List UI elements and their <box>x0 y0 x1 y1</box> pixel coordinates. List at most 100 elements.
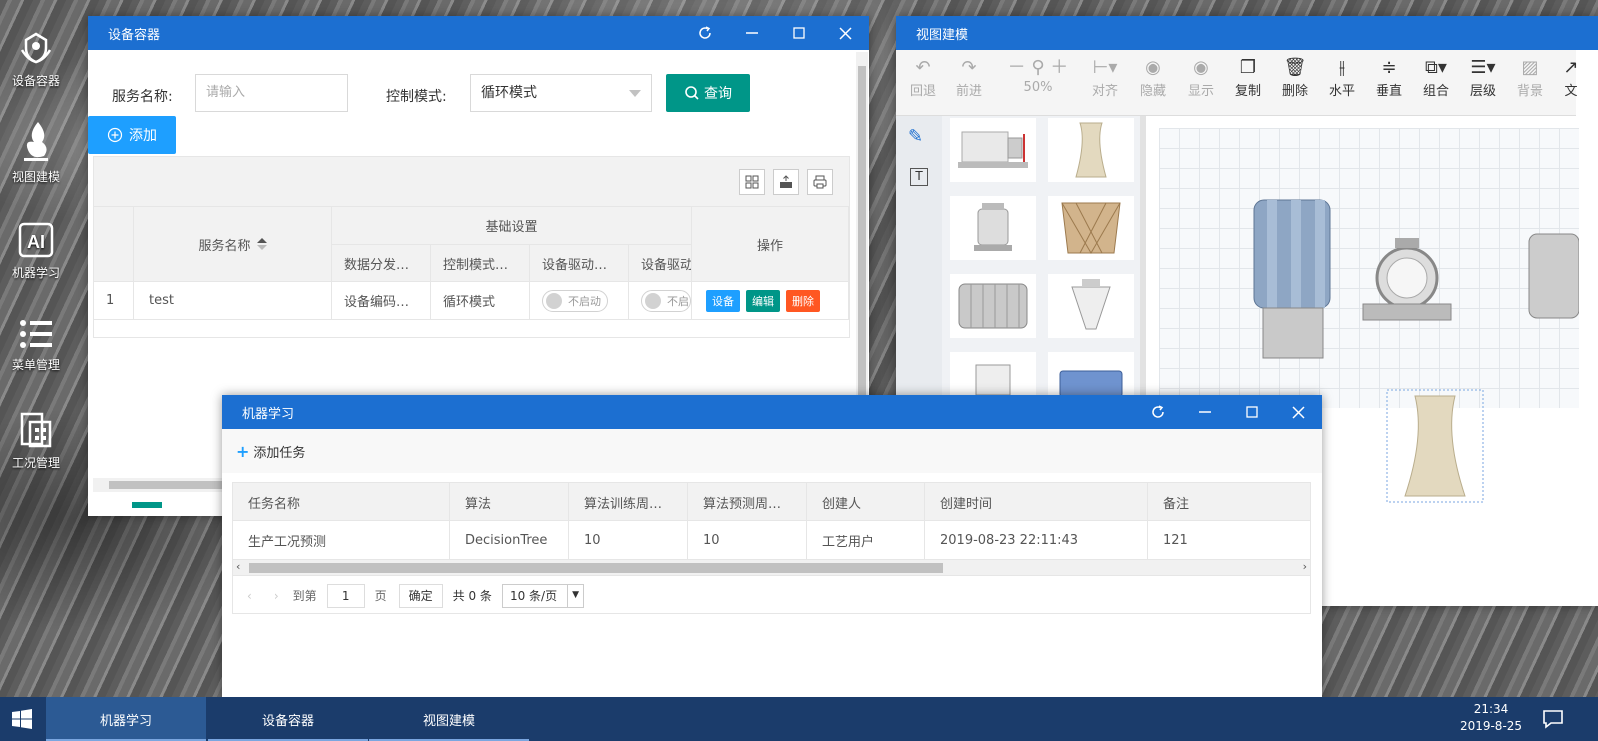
drive-toggle[interactable]: 不启动 <box>542 289 608 312</box>
zoom-control[interactable]: － ⚲ ＋ 50% <box>1000 56 1076 95</box>
taskbar-label: 视图建模 <box>422 713 475 729</box>
library-item-cylinder[interactable] <box>950 274 1036 338</box>
header-task-name[interactable]: 任务名称 <box>233 483 450 521</box>
notification-icon[interactable] <box>1542 709 1564 733</box>
background-button[interactable]: ▨ 背景 <box>1507 56 1553 99</box>
refresh-icon[interactable] <box>1134 395 1181 429</box>
minimize-icon[interactable] <box>728 16 775 50</box>
selected-cooling-tower[interactable] <box>1375 366 1535 536</box>
model-toolbar: ↶ 回退 ↷ 前进 － ⚲ ＋ 50% ⊢▾ 对齐 ◉ 隐藏 ◉ 显示 ❐ 复制 🗑 删除 ⫲ 水… <box>896 50 1579 116</box>
columns-icon[interactable] <box>739 169 765 195</box>
taskbar-item-view-model[interactable]: 视图建模 <box>369 697 529 741</box>
desktop-icon-condition-management[interactable]: 工况管理 <box>8 410 64 471</box>
header-data-dist[interactable]: 数据分发… <box>332 245 431 282</box>
desktop-icon-view-model[interactable]: 视图建模 <box>8 120 64 185</box>
delete-tool-button[interactable]: 🗑 删除 <box>1272 56 1318 99</box>
goto-label: 到第 <box>292 589 317 603</box>
page-input[interactable]: 1 <box>326 583 365 608</box>
print-icon[interactable] <box>807 169 833 195</box>
library-item-wooden-tower[interactable] <box>1048 196 1134 260</box>
header-creator[interactable]: 创建人 <box>807 483 925 521</box>
close-icon[interactable] <box>822 16 869 50</box>
windows-start-icon[interactable] <box>12 709 32 733</box>
tool-label: 垂直 <box>1375 84 1402 99</box>
delete-button[interactable]: 删除 <box>786 289 820 312</box>
row-control-mode: 循环模式 <box>431 282 530 320</box>
magic-wand-icon[interactable]: ✎ <box>908 126 923 147</box>
text-button[interactable]: ↗ 文 <box>1556 56 1586 99</box>
export-icon[interactable] <box>773 169 799 195</box>
per-page-select[interactable]: 10 条/页 ▼ <box>501 583 585 608</box>
header-algorithm[interactable]: 算法 <box>450 483 569 521</box>
zoom-icon: － ⚲ ＋ <box>1007 57 1069 78</box>
library-item-hopper[interactable] <box>1048 274 1134 338</box>
horizontal-button[interactable]: ⫲ 水平 <box>1319 56 1365 99</box>
machine-learning-icon: AI <box>18 222 54 258</box>
query-button[interactable]: 查询 <box>666 74 750 112</box>
maximize-icon[interactable] <box>1228 395 1275 429</box>
add-button[interactable]: 添加 <box>88 116 176 154</box>
header-remark[interactable]: 备注 <box>1148 483 1310 521</box>
show-icon: ◉ <box>1193 57 1209 78</box>
tool-label: 显示 <box>1187 84 1214 99</box>
show-button[interactable]: ◉ 显示 <box>1178 56 1224 99</box>
scrollbar-thumb[interactable] <box>249 563 943 573</box>
model-canvas[interactable] <box>1159 128 1579 503</box>
group-button[interactable]: ⧉▾ 组合 <box>1413 56 1459 99</box>
hide-button[interactable]: ◉ 隐藏 <box>1130 56 1176 99</box>
taskbar-item-device-container[interactable]: 设备容器 <box>208 697 368 741</box>
header-service-name[interactable]: 服务名称 <box>134 207 332 282</box>
cell-remark: 121 <box>1163 532 1188 548</box>
prev-page-icon[interactable]: ‹ <box>247 589 252 603</box>
desktop-icon-menu-management[interactable]: 菜单管理 <box>8 316 64 373</box>
desktop-icon-device-container[interactable]: 设备容器 <box>8 28 64 89</box>
sort-icon[interactable] <box>256 238 267 250</box>
library-item-cooling-tower[interactable] <box>1048 118 1134 182</box>
next-page-icon[interactable]: › <box>274 589 279 603</box>
library-item-tank[interactable] <box>950 196 1036 260</box>
align-button[interactable]: ⊢▾ 对齐 <box>1082 56 1128 99</box>
text-tool-icon[interactable]: T <box>910 168 928 186</box>
control-mode-select[interactable]: 循环模式 <box>470 74 652 112</box>
maximize-icon[interactable] <box>775 16 822 50</box>
edit-button[interactable]: 编辑 <box>746 289 780 312</box>
drive-toggle-2[interactable]: 不启 <box>641 289 691 312</box>
layer-button[interactable]: ☰▾ 层级 <box>1460 56 1506 99</box>
header-device-drive[interactable]: 设备驱动… <box>530 245 629 282</box>
copy-button[interactable]: ❐ 复制 <box>1225 56 1271 99</box>
vertical-button[interactable]: ≑ 垂直 <box>1366 56 1412 99</box>
device-button[interactable]: 设备 <box>706 289 740 312</box>
component-library: ✎ T <box>896 116 1146 416</box>
add-label: 添加 <box>129 128 157 144</box>
confirm-button[interactable]: 确定 <box>398 583 443 608</box>
tool-label: 对齐 <box>1091 84 1118 99</box>
table-horizontal-scrollbar[interactable]: ‹ › <box>233 559 1310 575</box>
chiller-icon <box>958 131 1028 168</box>
tank-icon <box>974 203 1012 251</box>
refresh-icon[interactable] <box>681 16 728 50</box>
undo-button[interactable]: ↶ 回退 <box>900 56 946 99</box>
scroll-right-icon[interactable]: › <box>1303 560 1307 573</box>
add-task-button[interactable]: + 添加任务 <box>236 442 305 461</box>
header-train-period[interactable]: 算法训练周… <box>569 483 688 521</box>
header-control-mode[interactable]: 控制模式… <box>431 245 530 282</box>
desktop-icon-machine-learning[interactable]: AI 机器学习 <box>8 220 64 281</box>
tool-label: 水平 <box>1328 84 1355 99</box>
header-label: 服务名称 <box>198 238 251 254</box>
header-created-time[interactable]: 创建时间 <box>925 483 1148 521</box>
redo-button[interactable]: ↷ 前进 <box>946 56 992 99</box>
library-scrollbar[interactable] <box>1140 116 1146 406</box>
title-bar: 机器学习 <box>222 395 1322 429</box>
library-item-chiller[interactable] <box>950 118 1036 182</box>
cell-task-name: 生产工况预测 <box>233 521 450 559</box>
close-icon[interactable] <box>1275 395 1322 429</box>
clock[interactable]: 21:34 2019-8-25 <box>1456 701 1526 735</box>
taskbar-item-machine-learning[interactable]: 机器学习 <box>46 697 206 741</box>
scroll-left-icon[interactable]: ‹ <box>236 560 240 573</box>
tool-label: 背景 <box>1516 84 1543 99</box>
header-device-drive-2[interactable]: 设备驱动 <box>629 245 692 282</box>
minimize-icon[interactable] <box>1181 395 1228 429</box>
service-name-input[interactable]: 请输入 <box>195 74 348 112</box>
scrollbar-thumb[interactable] <box>858 66 866 396</box>
header-predict-period[interactable]: 算法预测周… <box>688 483 807 521</box>
